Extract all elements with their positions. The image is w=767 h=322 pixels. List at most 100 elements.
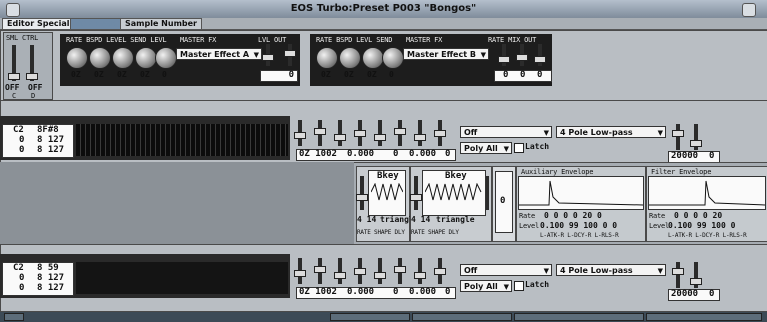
filter-env-graph[interactable] xyxy=(648,176,766,210)
fx-a-knob-2-value: 0Z xyxy=(94,70,104,79)
fx-b-fader-1-cap[interactable] xyxy=(498,56,510,63)
fx-b-dropdown-value: Master Effect B xyxy=(407,50,476,59)
layer-1-fader-3-cap[interactable] xyxy=(334,134,346,141)
layer-2-fader-3-cap[interactable] xyxy=(334,272,346,279)
fx-b-knob-4[interactable] xyxy=(382,47,404,69)
layer-1-latch-checkbox[interactable] xyxy=(514,143,524,153)
layer-1-keyboard-map[interactable] xyxy=(76,124,288,156)
layer-1-freq-fader-2-cap[interactable] xyxy=(690,140,702,147)
layer-2-fader-1-cap[interactable] xyxy=(294,270,306,277)
layer-1-mode-dropdown[interactable]: Off ▼ xyxy=(460,126,552,138)
layer-1-fader-1-cap[interactable] xyxy=(294,132,306,139)
layer-1-mode-value: Off xyxy=(464,128,478,137)
layer-2-mode-dropdown[interactable]: Off ▼ xyxy=(460,264,552,276)
layer-2-readout-4: 0.000 xyxy=(409,287,437,297)
layer-2-fader-8-cap[interactable] xyxy=(434,268,446,275)
lfo-1-title: Bkey xyxy=(377,171,399,181)
layer-2-filter-dropdown[interactable]: 4 Pole Low-pass ▼ xyxy=(556,264,666,276)
lfo-2-rate-cap[interactable] xyxy=(410,194,422,201)
layer-1-fader-7-cap[interactable] xyxy=(414,134,426,141)
layer-1-fader-4-cap[interactable] xyxy=(354,130,366,137)
layer-1-poly-dropdown[interactable]: Poly All ▼ xyxy=(460,142,512,154)
fx-a-out-fader-2-cap[interactable] xyxy=(284,50,296,57)
layer-1-freq-fader-1-cap[interactable] xyxy=(672,130,684,137)
modulation-left-blank xyxy=(0,162,354,244)
fx-b-out-display: 0 0 0 xyxy=(494,70,552,82)
lfo-2-rate-fader[interactable] xyxy=(414,176,418,210)
lfo-2-shape: triangle xyxy=(436,215,475,224)
layer-2-fader-7-cap[interactable] xyxy=(414,272,426,279)
layer-2-poly-dropdown[interactable]: Poly All ▼ xyxy=(460,280,512,292)
layer-1-freq-fader-1[interactable] xyxy=(676,124,680,150)
fx-a-knob-5[interactable] xyxy=(155,47,177,69)
switch-a-value: OFF xyxy=(5,83,20,92)
layer-2-freq-fader-1-cap[interactable] xyxy=(672,268,684,275)
fx-b-knob-1[interactable] xyxy=(316,47,338,69)
layer-1-vel-low: 0 xyxy=(19,135,25,145)
layer-2-vel-low: 0 xyxy=(19,273,25,283)
layer-1-fader-5[interactable] xyxy=(378,120,382,146)
lfo-2-footer: RATE SHAPE DLY xyxy=(411,229,459,236)
switch-a-cap[interactable] xyxy=(8,73,20,80)
layer-1-filter-value: 4 Pole Low-pass xyxy=(560,128,633,137)
layer-2-rt-high: 8 127 xyxy=(37,283,65,293)
lfo-2-delay-fader[interactable] xyxy=(486,176,489,210)
lfo-2-values: 4 14 xyxy=(411,215,431,224)
fx-a-knob-4[interactable] xyxy=(135,47,157,69)
fx-a-knob-1[interactable] xyxy=(66,47,88,69)
lfo-side-display: 0 xyxy=(495,171,513,233)
layer-2-readout-3: 0 xyxy=(393,287,399,297)
layer-1-fader-6-cap[interactable] xyxy=(394,128,406,135)
chevron-down-icon: ▼ xyxy=(657,129,663,137)
layer-1-fader-8-cap[interactable] xyxy=(434,130,446,137)
fx-b-knob-3[interactable] xyxy=(362,47,384,69)
layer-2-freq-fader-2-cap[interactable] xyxy=(690,278,702,285)
fx-a-out-display: 0 xyxy=(260,70,298,82)
chevron-down-icon: ▼ xyxy=(480,51,486,59)
layer-2-fader-4-cap[interactable] xyxy=(354,268,366,275)
layer-2-fader-7[interactable] xyxy=(418,258,422,284)
tab-editor-special[interactable]: Editor Special xyxy=(2,18,75,29)
layer-1-freq-value: 20000 xyxy=(671,151,699,161)
switch-b-value: OFF xyxy=(28,83,43,92)
layer-1-fader-3[interactable] xyxy=(338,120,342,146)
aux-env-rate-label: Rate xyxy=(519,212,536,220)
layer-2-keyboard-map[interactable] xyxy=(76,262,288,294)
layer-2-fader-6-cap[interactable] xyxy=(394,266,406,273)
fx-a-knob-2[interactable] xyxy=(89,47,111,69)
layer-1-key-low: C2 xyxy=(13,125,24,135)
fx-b-fader-2-cap[interactable] xyxy=(516,54,528,61)
layer-2-fader-5-cap[interactable] xyxy=(374,272,386,279)
lfo-side-panel: 0 xyxy=(492,166,516,242)
layer-1-fader-2-cap[interactable] xyxy=(314,128,326,135)
layer-1-fader-7[interactable] xyxy=(418,120,422,146)
fx-b-dropdown[interactable]: Master Effect B ▼ xyxy=(403,48,489,60)
layer-2-freq-fader-1[interactable] xyxy=(676,262,680,288)
fx-b-knob-2[interactable] xyxy=(339,47,361,69)
switch-b-cap[interactable] xyxy=(26,73,38,80)
layer-2-fader-3[interactable] xyxy=(338,258,342,284)
layer-2-range-display: C2 8 59 0 8 127 0 8 127 xyxy=(2,262,74,296)
fx-b-knob-3-value: 0Z xyxy=(367,70,377,79)
layer-2-fader-5[interactable] xyxy=(378,258,382,284)
layer-1-readout-5: 0 xyxy=(445,149,451,159)
fx-a-knob-3[interactable] xyxy=(112,47,134,69)
fx-a-dropdown[interactable]: Master Effect A ▼ xyxy=(176,48,262,60)
layer-2-fader-2-cap[interactable] xyxy=(314,266,326,273)
lfo-1-rate-fader[interactable] xyxy=(360,176,364,210)
layer-1-fader-5-cap[interactable] xyxy=(374,134,386,141)
fx-b-fader-3-cap[interactable] xyxy=(534,56,546,63)
layer-2-key-high: 8 59 xyxy=(37,263,59,273)
aux-env-rate: 0 0 0 0 20 0 xyxy=(544,211,602,220)
lfo-1-rate-cap[interactable] xyxy=(356,194,368,201)
tab-sample-number[interactable]: Sample Number xyxy=(120,18,202,29)
layer-1-freq-right: 0 xyxy=(709,151,715,161)
layer-1-readout-2: 0.000 xyxy=(347,149,375,159)
layer-2-latch-checkbox[interactable] xyxy=(514,281,524,291)
aux-env-graph[interactable] xyxy=(518,176,644,210)
layer-2-freq-display: 20000 0 xyxy=(668,289,720,301)
lfo-1-display: Bkey xyxy=(368,170,406,216)
layer-1-filter-dropdown[interactable]: 4 Pole Low-pass ▼ xyxy=(556,126,666,138)
lfo-2-title: Bkey xyxy=(445,171,467,181)
fx-a-out-fader-1-cap[interactable] xyxy=(262,54,274,61)
